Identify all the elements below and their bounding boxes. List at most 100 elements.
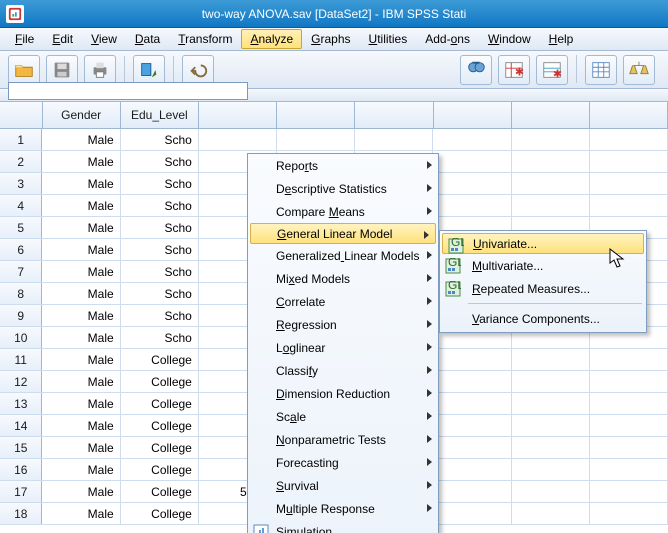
row-number[interactable]: 3: [0, 173, 42, 194]
cell-blank[interactable]: [433, 503, 511, 524]
cell-edu[interactable]: College: [121, 503, 199, 524]
analyze-item-multiple-response[interactable]: Multiple Response: [248, 497, 438, 520]
cell-blank[interactable]: [512, 415, 590, 436]
row-number[interactable]: 10: [0, 327, 42, 348]
cell-blank[interactable]: [433, 129, 511, 150]
cell-gender[interactable]: Male: [42, 305, 120, 326]
cell-edu[interactable]: College: [121, 393, 199, 414]
row-number[interactable]: 7: [0, 261, 42, 282]
glm-item-multivariate[interactable]: GLMMultivariate...: [440, 254, 646, 277]
cell-gender[interactable]: Male: [42, 151, 120, 172]
open-file-button[interactable]: [8, 55, 40, 85]
cell-gender[interactable]: Male: [42, 327, 120, 348]
analyze-item-mixed-models[interactable]: Mixed Models: [248, 267, 438, 290]
cell-edu[interactable]: Scho: [121, 327, 199, 348]
cell-blank[interactable]: [590, 173, 668, 194]
cell-gender[interactable]: Male: [42, 217, 120, 238]
row-number[interactable]: 9: [0, 305, 42, 326]
table-row[interactable]: 1MaleScho: [0, 129, 668, 151]
glm-item-repeated-measures[interactable]: GLMRepeated Measures...: [440, 277, 646, 300]
menu-data[interactable]: Data: [126, 29, 169, 49]
column-header-blank[interactable]: [355, 102, 433, 128]
cell-gender[interactable]: Male: [42, 239, 120, 260]
cell-gender[interactable]: Male: [42, 195, 120, 216]
cell-blank[interactable]: [512, 481, 590, 502]
menu-utilities[interactable]: Utilities: [360, 29, 417, 49]
glm-item-univariate[interactable]: GLMUnivariate...: [442, 233, 644, 254]
cell-edu[interactable]: College: [121, 371, 199, 392]
cell-blank[interactable]: [590, 459, 668, 480]
row-number[interactable]: 17: [0, 481, 42, 502]
cell-gender[interactable]: Male: [42, 371, 120, 392]
cell-edu[interactable]: Scho: [121, 283, 199, 304]
cell-blank[interactable]: [433, 151, 511, 172]
row-number[interactable]: 15: [0, 437, 42, 458]
cell-blank[interactable]: [590, 503, 668, 524]
cell-blank[interactable]: [433, 437, 511, 458]
cell-blank[interactable]: [512, 393, 590, 414]
cell-blank[interactable]: [433, 349, 511, 370]
menu-transform[interactable]: Transform: [169, 29, 241, 49]
analyze-item-simulation[interactable]: Simulation...: [248, 520, 438, 533]
cell-edu[interactable]: Scho: [121, 217, 199, 238]
cell-blank[interactable]: [590, 481, 668, 502]
cell-blank[interactable]: [512, 129, 590, 150]
analyze-item-descriptive-statistics[interactable]: Descriptive Statistics: [248, 177, 438, 200]
cell-blank[interactable]: [355, 129, 433, 150]
menu-file[interactable]: File: [6, 29, 43, 49]
analyze-item-loglinear[interactable]: Loglinear: [248, 336, 438, 359]
cell-blank[interactable]: [512, 151, 590, 172]
row-number[interactable]: 1: [0, 129, 42, 150]
cell-blank[interactable]: [590, 151, 668, 172]
cell-blank[interactable]: [590, 129, 668, 150]
analyze-item-classify[interactable]: Classify: [248, 359, 438, 382]
cell-edu[interactable]: Scho: [121, 195, 199, 216]
cell-gender[interactable]: Male: [42, 481, 120, 502]
cell-blank[interactable]: [590, 195, 668, 216]
cell-blank[interactable]: [433, 393, 511, 414]
cell-gender[interactable]: Male: [42, 283, 120, 304]
row-number[interactable]: 8: [0, 283, 42, 304]
cell-blank[interactable]: [433, 415, 511, 436]
cell-blank[interactable]: [433, 481, 511, 502]
cell-blank[interactable]: [512, 173, 590, 194]
menu-help[interactable]: Help: [540, 29, 583, 49]
cell-blank[interactable]: [590, 393, 668, 414]
cell-blank[interactable]: [590, 349, 668, 370]
find-button[interactable]: [460, 55, 492, 85]
menu-window[interactable]: Window: [479, 29, 540, 49]
cell-gender[interactable]: Male: [42, 437, 120, 458]
menu-graphs[interactable]: Graphs: [302, 29, 359, 49]
cell-edu[interactable]: Scho: [121, 305, 199, 326]
row-number[interactable]: 11: [0, 349, 42, 370]
menu-view[interactable]: View: [82, 29, 126, 49]
cell-blank[interactable]: [512, 437, 590, 458]
column-header-blank[interactable]: [434, 102, 512, 128]
column-header-gender[interactable]: Gender: [43, 102, 121, 128]
cell-blank[interactable]: [512, 503, 590, 524]
analyze-item-regression[interactable]: Regression: [248, 313, 438, 336]
analyze-item-dimension-reduction[interactable]: Dimension Reduction: [248, 382, 438, 405]
cell-blank[interactable]: [512, 459, 590, 480]
cell-gender[interactable]: Male: [42, 393, 120, 414]
analyze-item-survival[interactable]: Survival: [248, 474, 438, 497]
column-header-blank[interactable]: [590, 102, 668, 128]
cell-edu[interactable]: Scho: [121, 173, 199, 194]
row-number[interactable]: 18: [0, 503, 42, 524]
save-button[interactable]: [46, 55, 78, 85]
cell-name-box[interactable]: [8, 82, 248, 100]
analyze-item-scale[interactable]: Scale: [248, 405, 438, 428]
column-header-blank[interactable]: [199, 102, 277, 128]
cell-blank[interactable]: [433, 459, 511, 480]
row-number[interactable]: 4: [0, 195, 42, 216]
cell-blank[interactable]: [433, 173, 511, 194]
cell-val[interactable]: [199, 129, 277, 150]
column-header-blank[interactable]: [512, 102, 590, 128]
analyze-item-correlate[interactable]: Correlate: [248, 290, 438, 313]
cell-edu[interactable]: College: [121, 437, 199, 458]
analyze-item-general-linear-model[interactable]: General Linear Model: [250, 223, 436, 244]
column-header-edu[interactable]: Edu_Level: [121, 102, 199, 128]
row-number[interactable]: 13: [0, 393, 42, 414]
weight-cases-button[interactable]: [623, 55, 655, 85]
cell-edu[interactable]: Scho: [121, 261, 199, 282]
